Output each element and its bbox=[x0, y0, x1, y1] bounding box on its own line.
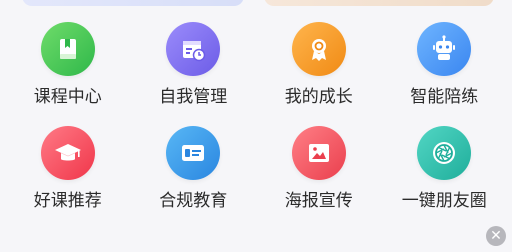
close-icon: ✕ bbox=[490, 228, 502, 244]
menu-item-label: 合规教育 bbox=[159, 191, 228, 211]
menu-item-self-management[interactable]: 自我管理 bbox=[131, 22, 257, 108]
camera-aperture-icon bbox=[417, 126, 472, 180]
menu-item-label: 我的成长 bbox=[284, 87, 353, 107]
menu-item-recommended-courses[interactable]: 好课推荐 bbox=[5, 126, 131, 212]
robot-icon bbox=[417, 22, 472, 76]
calendar-clock-icon bbox=[166, 22, 221, 76]
menu-item-label: 智能陪练 bbox=[410, 87, 479, 107]
menu-item-one-click-moments[interactable]: 一键朋友圈 bbox=[382, 126, 508, 212]
banner-card-left-edge[interactable] bbox=[22, 0, 244, 6]
menu-item-label: 课程中心 bbox=[33, 87, 102, 107]
close-button[interactable]: ✕ bbox=[486, 226, 506, 246]
graduation-cap-icon bbox=[40, 126, 95, 180]
menu-item-label: 一键朋友圈 bbox=[401, 191, 487, 211]
menu-item-my-growth[interactable]: 我的成长 bbox=[256, 22, 382, 108]
award-badge-icon bbox=[291, 22, 346, 76]
menu-item-label: 好课推荐 bbox=[33, 191, 102, 211]
menu-item-label: 海报宣传 bbox=[284, 191, 353, 211]
banner-card-right-edge[interactable] bbox=[264, 0, 494, 6]
menu-item-label: 自我管理 bbox=[159, 87, 228, 107]
menu-item-poster-promotion[interactable]: 海报宣传 bbox=[256, 126, 382, 212]
book-icon bbox=[40, 22, 95, 76]
image-icon bbox=[291, 126, 346, 180]
menu-item-course-center[interactable]: 课程中心 bbox=[5, 22, 131, 108]
menu-item-compliance-education[interactable]: 合规教育 bbox=[131, 126, 257, 212]
menu-item-smart-practice[interactable]: 智能陪练 bbox=[382, 22, 508, 108]
feature-grid: 课程中心 自我管理 我的成长 智能陪练 好课推荐 合规教育 海报宣传 一键朋友圈 bbox=[5, 22, 507, 212]
id-card-icon bbox=[166, 126, 221, 180]
